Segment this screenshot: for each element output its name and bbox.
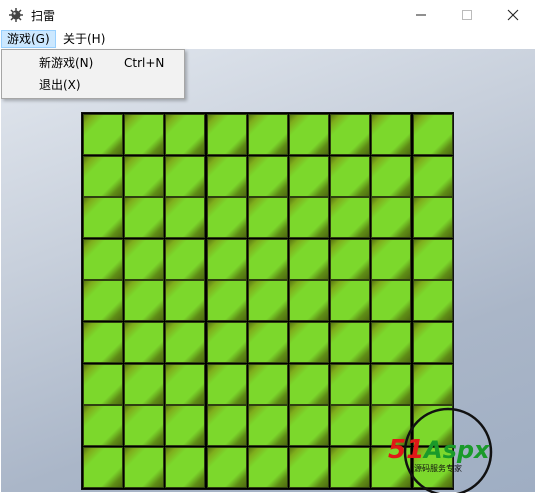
mine-cell[interactable]	[330, 322, 370, 363]
mine-cell[interactable]	[330, 156, 370, 197]
mine-cell[interactable]	[371, 114, 411, 155]
game-dropdown-menu: 新游戏(N) Ctrl+N 退出(X)	[1, 49, 185, 99]
mine-cell[interactable]	[124, 239, 164, 280]
minimize-button[interactable]	[398, 0, 444, 30]
mine-cell[interactable]	[83, 322, 123, 363]
mine-cell[interactable]	[207, 280, 247, 321]
mine-cell[interactable]	[83, 405, 123, 446]
mine-cell[interactable]	[124, 280, 164, 321]
mine-cell[interactable]	[165, 156, 205, 197]
mine-cell[interactable]	[207, 322, 247, 363]
mine-cell[interactable]	[289, 280, 329, 321]
mine-cell[interactable]	[330, 280, 370, 321]
mine-cell[interactable]	[83, 197, 123, 238]
mine-cell[interactable]	[330, 239, 370, 280]
mine-cell[interactable]	[124, 114, 164, 155]
mine-cell[interactable]	[83, 156, 123, 197]
mine-cell[interactable]	[124, 364, 164, 405]
mine-cell[interactable]	[330, 364, 370, 405]
mine-cell[interactable]	[124, 447, 164, 488]
mine-cell[interactable]	[124, 197, 164, 238]
mine-cell[interactable]	[165, 447, 205, 488]
maximize-icon	[462, 10, 472, 20]
mine-cell[interactable]	[207, 364, 247, 405]
mine-cell[interactable]	[413, 239, 453, 280]
title-bar: 扫雷	[0, 0, 536, 30]
mine-cell[interactable]	[248, 405, 288, 446]
mine-cell[interactable]	[165, 280, 205, 321]
mine-cell[interactable]	[124, 322, 164, 363]
watermark-tagline: 源码服务专家	[414, 463, 462, 473]
menu-item-exit[interactable]: 退出(X)	[2, 74, 184, 96]
mine-cell[interactable]	[413, 197, 453, 238]
mine-cell[interactable]	[289, 239, 329, 280]
maximize-button[interactable]	[444, 0, 490, 30]
mine-cell[interactable]	[165, 197, 205, 238]
mine-cell[interactable]	[371, 322, 411, 363]
mine-cell[interactable]	[248, 114, 288, 155]
menu-game[interactable]: 游戏(G)	[1, 30, 56, 48]
mine-cell[interactable]	[207, 197, 247, 238]
mine-cell[interactable]	[83, 364, 123, 405]
mine-cell[interactable]	[371, 364, 411, 405]
mine-cell[interactable]	[248, 447, 288, 488]
mine-cell[interactable]	[124, 156, 164, 197]
mine-cell[interactable]	[330, 447, 370, 488]
watermark-logo: 51 Aspx 源码服务专家	[388, 407, 493, 493]
mine-cell[interactable]	[248, 197, 288, 238]
menu-item-label: 新游戏(N)	[39, 56, 94, 70]
mine-cell[interactable]	[248, 280, 288, 321]
menu-item-label: 退出(X)	[39, 78, 81, 92]
mine-cell[interactable]	[83, 239, 123, 280]
mine-cell[interactable]	[413, 322, 453, 363]
mine-cell[interactable]	[207, 447, 247, 488]
mine-cell[interactable]	[165, 405, 205, 446]
mine-cell[interactable]	[330, 197, 370, 238]
mine-cell[interactable]	[289, 405, 329, 446]
mine-cell[interactable]	[165, 239, 205, 280]
mine-cell[interactable]	[207, 156, 247, 197]
mine-cell[interactable]	[289, 364, 329, 405]
mine-cell[interactable]	[413, 114, 453, 155]
mine-icon	[9, 8, 23, 22]
mine-cell[interactable]	[371, 197, 411, 238]
window-title: 扫雷	[31, 9, 56, 23]
mine-cell[interactable]	[413, 156, 453, 197]
mine-cell[interactable]	[330, 114, 370, 155]
mine-cell[interactable]	[371, 156, 411, 197]
mine-cell[interactable]	[165, 114, 205, 155]
mine-cell[interactable]	[248, 156, 288, 197]
mine-cell[interactable]	[371, 239, 411, 280]
mine-cell[interactable]	[207, 114, 247, 155]
mine-cell[interactable]	[289, 447, 329, 488]
mine-cell[interactable]	[289, 322, 329, 363]
mine-cell[interactable]	[289, 197, 329, 238]
mine-cell[interactable]	[289, 114, 329, 155]
mine-cell[interactable]	[371, 280, 411, 321]
mine-cell[interactable]	[83, 447, 123, 488]
mine-cell[interactable]	[207, 405, 247, 446]
minimize-icon	[416, 14, 426, 16]
mine-cell[interactable]	[124, 405, 164, 446]
watermark-brand-green: Aspx	[422, 436, 491, 464]
mine-cell[interactable]	[413, 364, 453, 405]
watermark-brand-red: 51	[388, 435, 424, 465]
mine-cell[interactable]	[165, 322, 205, 363]
mine-cell[interactable]	[83, 280, 123, 321]
mine-cell[interactable]	[289, 156, 329, 197]
menu-item-new-game[interactable]: 新游戏(N) Ctrl+N	[2, 52, 184, 74]
mine-cell[interactable]	[248, 239, 288, 280]
menu-about[interactable]: 关于(H)	[57, 30, 111, 48]
menu-item-shortcut: Ctrl+N	[124, 56, 165, 70]
menu-bar: 游戏(G) 关于(H)	[0, 30, 536, 49]
mine-cell[interactable]	[248, 322, 288, 363]
mine-cell[interactable]	[165, 364, 205, 405]
mine-cell[interactable]	[413, 280, 453, 321]
mine-cell[interactable]	[207, 239, 247, 280]
mine-cell[interactable]	[83, 114, 123, 155]
mine-cell[interactable]	[330, 405, 370, 446]
close-icon	[507, 9, 519, 21]
close-button[interactable]	[490, 0, 536, 30]
mine-cell[interactable]	[248, 364, 288, 405]
